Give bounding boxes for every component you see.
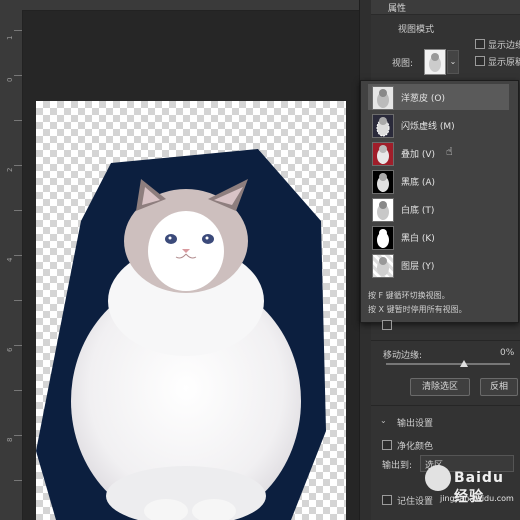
decontaminate-label: 净化颜色 [397, 442, 434, 452]
view-mode-heading: 视图模式 [398, 25, 435, 35]
hand-cursor-icon: ☝ [446, 145, 453, 158]
menu-item-on-black[interactable]: 黑底 (A) [368, 168, 509, 194]
shift-edge-slider-thumb[interactable] [460, 360, 468, 367]
on-layers-thumb-icon [372, 254, 394, 278]
show-original-label: 显示原稿 [488, 58, 520, 68]
menu-hint-disable: 按 X 键暂时停用所有视图。 [368, 305, 467, 314]
output-settings-heading: 输出设置 [397, 419, 434, 429]
view-label: 视图: [392, 59, 414, 69]
horizontal-ruler [22, 0, 360, 11]
vertical-ruler: 1 0 2 4 6 8 [0, 0, 23, 520]
menu-item-label: 黑底 (A) [401, 178, 436, 188]
output-collapse-chevron-icon[interactable]: ⌄ [380, 416, 387, 425]
menu-hint-cycle: 按 F 键循环切换视图。 [368, 291, 450, 300]
cat-image[interactable] [36, 101, 346, 520]
on-black-thumb-icon [372, 170, 394, 194]
shift-edge-label: 移动边缘: [383, 351, 423, 361]
invert-button[interactable]: 反相 [480, 378, 518, 396]
watermark-url: jingyan.baidu.com [440, 494, 514, 503]
menu-item-onion-skin[interactable]: 洋葱皮 (O) [368, 84, 509, 110]
view-dropdown-chevron-icon[interactable]: ⌄ [447, 50, 459, 74]
overlay-thumb-icon [372, 142, 394, 166]
decontaminate-checkbox[interactable] [382, 440, 392, 450]
on-white-thumb-icon [372, 198, 394, 222]
marching-ants-thumb-icon [372, 114, 394, 138]
remember-settings-label: 记住设置 [397, 497, 434, 507]
menu-item-label: 闪烁虚线 (M) [401, 122, 455, 132]
menu-item-on-layers[interactable]: 图层 (Y) [368, 252, 509, 278]
view-mode-thumbnail[interactable] [424, 49, 446, 75]
ruler-number: 2 [6, 167, 14, 172]
edge-option-checkbox[interactable] [382, 320, 392, 330]
baidu-paw-logo-icon [425, 465, 451, 491]
shift-edge-value[interactable]: 0% [500, 348, 514, 358]
clear-selection-button[interactable]: 清除选区 [410, 378, 470, 396]
show-original-checkbox[interactable] [475, 56, 485, 66]
menu-item-label: 黑白 (K) [401, 234, 435, 244]
show-edge-label: 显示边缘 [488, 41, 520, 51]
menu-item-label: 白底 (T) [401, 206, 435, 216]
output-to-label: 输出到: [382, 461, 413, 471]
menu-item-label: 叠加 (V) [401, 150, 436, 160]
shift-edge-slider[interactable] [386, 363, 510, 365]
onion-skin-thumb-icon [372, 86, 394, 110]
show-edge-checkbox[interactable] [475, 39, 485, 49]
menu-item-black-white[interactable]: 黑白 (K) [368, 224, 509, 250]
ruler-number: 6 [6, 347, 14, 352]
properties-tab-label: 属性 [388, 4, 407, 14]
menu-item-overlay[interactable]: 叠加 (V) ☝ [368, 140, 509, 166]
menu-item-marching-ants[interactable]: 闪烁虚线 (M) [368, 112, 509, 138]
ruler-number: 0 [6, 77, 14, 82]
ruler-number: 1 [6, 35, 14, 40]
ruler-number: 8 [6, 437, 14, 442]
black-white-thumb-icon [372, 226, 394, 250]
ruler-number: 4 [6, 257, 14, 262]
menu-item-on-white[interactable]: 白底 (T) [368, 196, 509, 222]
menu-item-label: 洋葱皮 (O) [401, 94, 445, 104]
menu-item-label: 图层 (Y) [401, 262, 435, 272]
remember-settings-checkbox[interactable] [382, 495, 392, 505]
